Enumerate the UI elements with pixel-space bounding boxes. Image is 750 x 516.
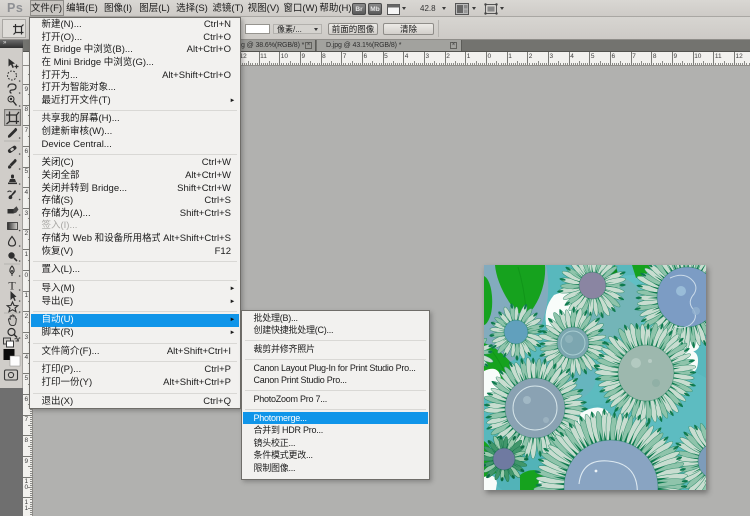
svg-text:T: T — [8, 279, 16, 293]
